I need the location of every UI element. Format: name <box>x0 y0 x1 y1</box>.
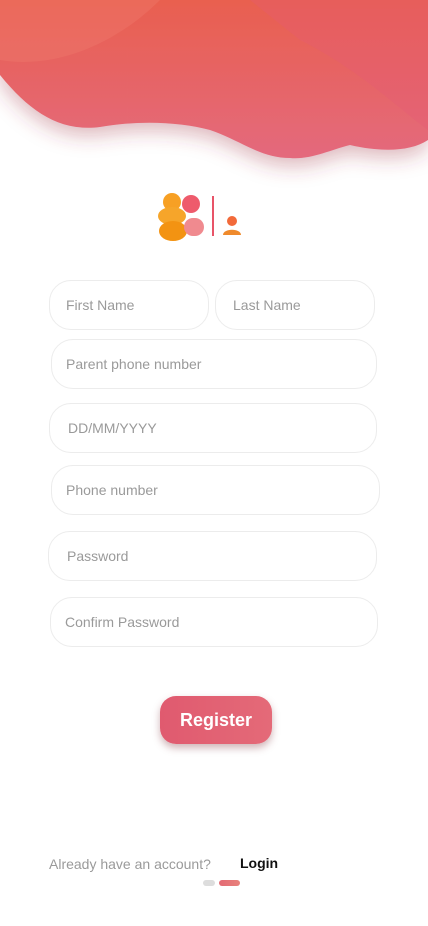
app-logo <box>158 193 241 241</box>
pager-dot-1 <box>203 880 215 886</box>
register-label: Register <box>179 709 253 730</box>
phone-placeholder: Phone number <box>66 482 158 498</box>
parent-phone-field[interactable]: Parent phone number <box>51 339 377 389</box>
last-name-field[interactable]: Last Name <box>215 280 375 330</box>
password-field[interactable]: Password <box>48 531 377 581</box>
confirm-password-field[interactable]: Confirm Password <box>50 597 378 647</box>
account-prompt: Already have an account? <box>49 856 211 872</box>
password-placeholder: Password <box>67 548 129 564</box>
first-name-field[interactable]: First Name <box>49 280 209 330</box>
last-name-placeholder: Last Name <box>233 297 301 313</box>
phone-field[interactable]: Phone number <box>51 465 380 515</box>
dob-placeholder: DD/MM/YYYY <box>68 420 157 436</box>
pager-dot-2-active <box>219 880 240 886</box>
date-of-birth-field[interactable]: DD/MM/YYYY <box>49 403 377 453</box>
register-button[interactable]: Register <box>160 696 272 744</box>
parent-phone-placeholder: Parent phone number <box>66 356 202 372</box>
first-name-placeholder: First Name <box>66 297 135 313</box>
confirm-password-placeholder: Confirm Password <box>65 614 180 630</box>
header-wave <box>0 0 428 159</box>
login-link[interactable]: Login <box>240 855 278 871</box>
